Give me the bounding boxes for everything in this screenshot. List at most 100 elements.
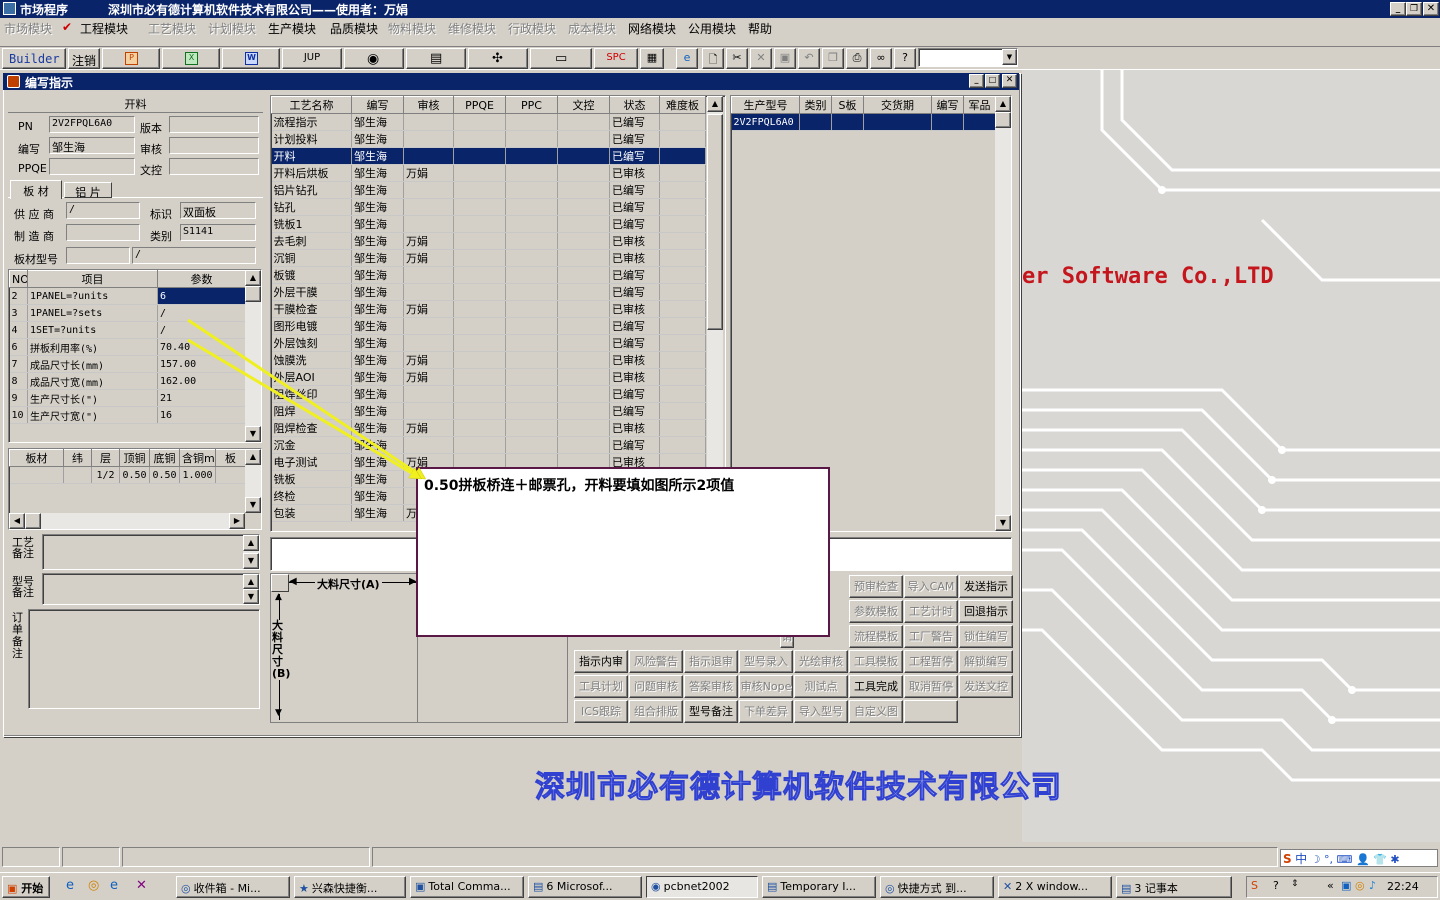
taskbar-item[interactable]: ▤ 6 Microsof... — [528, 876, 642, 898]
cut-button[interactable]: ✂ — [726, 48, 748, 69]
process-row[interactable]: 沉铜 邹生海 万娟 已审核 — [271, 249, 706, 267]
jup-button[interactable]: JUP — [282, 48, 342, 69]
menu-item-5[interactable]: 品质模块 — [330, 20, 378, 37]
command-button[interactable]: 风险警告 — [629, 650, 683, 673]
process-row[interactable]: 干膜检查 邹生海 万娟 已审核 — [271, 300, 706, 318]
menu-item-0[interactable]: 市场模块 — [4, 20, 52, 37]
scroll-up-icon[interactable]: ▲ — [243, 535, 259, 551]
command-button[interactable]: 工具计划 — [574, 675, 628, 698]
spc-button[interactable]: SPC — [594, 48, 638, 69]
help-button[interactable]: ? — [894, 48, 916, 69]
command-button[interactable]: 自定义图 — [849, 700, 903, 723]
tab-aluminum[interactable]: 铝 片 — [64, 182, 112, 199]
process-scrollbar[interactable]: ▲ — [707, 96, 723, 531]
version-field[interactable] — [169, 116, 259, 133]
child-minimize-button[interactable]: _ — [969, 74, 984, 88]
command-button[interactable]: 审核Nope — [739, 675, 793, 698]
params-row[interactable]: 4 1SET=?units / — [9, 321, 246, 339]
menu-item-4[interactable]: 生产模块 — [268, 20, 316, 37]
scroll-right-icon[interactable]: ▶ — [229, 513, 245, 529]
maker-field[interactable] — [66, 224, 140, 241]
undo-button[interactable]: ↶ — [798, 48, 820, 69]
scroll-thumb[interactable] — [245, 286, 261, 302]
command-button[interactable]: ICS跟踪 — [574, 700, 628, 723]
command-button[interactable]: 问题审核 — [629, 675, 683, 698]
builder-button[interactable]: Builder — [2, 48, 66, 69]
shirt-icon[interactable]: 👕 — [1373, 853, 1387, 866]
material-header[interactable]: 顶铜 — [119, 449, 150, 467]
type-field[interactable]: S1141 — [180, 224, 256, 241]
model-scrollbar[interactable]: ▲ ▼ — [995, 96, 1011, 531]
process-row[interactable]: 铝片钻孔 邹生海 已编写 — [271, 181, 706, 199]
process-header[interactable]: 难度板 — [659, 96, 706, 114]
network-button[interactable]: ✣ — [468, 48, 528, 69]
command-button[interactable]: 取消暂停 — [904, 675, 958, 698]
command-button[interactable]: 工程暂停 — [904, 650, 958, 673]
child-maximize-button[interactable]: □ — [985, 74, 1000, 88]
ppqe-field[interactable] — [49, 158, 135, 175]
command-button[interactable]: 工具完成 — [849, 675, 903, 698]
supplier-field[interactable]: / — [66, 202, 140, 219]
qq-tray-icon[interactable]: ◎ — [1355, 879, 1365, 892]
menu-item-10[interactable]: 网络模块 — [628, 20, 676, 37]
param-value[interactable]: 70.40 — [157, 338, 246, 356]
process-header[interactable]: 状态 — [609, 96, 660, 114]
menu-item-2[interactable]: 工艺模块 — [148, 20, 196, 37]
eye-button[interactable]: ◉ — [344, 48, 404, 69]
close-button[interactable]: ✕ — [1423, 2, 1439, 16]
scroll-down-icon[interactable]: ▼ — [243, 589, 259, 604]
process-row[interactable]: 蚀膜洗 邹生海 万娟 已审核 — [271, 351, 706, 369]
taskbar-item[interactable]: ▣ Total Comma... — [410, 876, 524, 898]
material-header[interactable]: 含铜mm — [179, 449, 216, 467]
mark-field[interactable]: 双面板 — [180, 202, 256, 219]
process-header[interactable]: PPQE — [453, 96, 506, 114]
param-value[interactable]: 21 — [157, 389, 246, 407]
process-row[interactable]: 阻焊检查 邹生海 万娟 已审核 — [271, 419, 706, 437]
command-button[interactable] — [904, 700, 958, 723]
material-header[interactable]: 层 — [91, 449, 120, 467]
taskbar-item[interactable]: ▤ Temporary I... — [762, 876, 876, 898]
help-tray-icon[interactable]: ? — [1273, 879, 1279, 892]
start-button[interactable]: ▣ 开始 — [2, 876, 50, 898]
model-header[interactable]: 交货期 — [863, 96, 932, 114]
hscroll-thumb[interactable] — [25, 513, 41, 529]
process-row[interactable]: 开料后烘板 邹生海 万娟 已审核 — [271, 164, 706, 182]
minimize-button[interactable]: _ — [1390, 2, 1406, 16]
params-row[interactable]: 3 1PANEL=?sets / — [9, 304, 246, 322]
params-row[interactable]: 2 1PANEL=?units 6 — [9, 287, 246, 305]
params-scrollbar[interactable]: ▲ ▼ — [245, 270, 261, 442]
command-button[interactable]: 参数模板 — [849, 600, 903, 623]
tray-expand-icon[interactable]: « — [1327, 879, 1334, 892]
process-row[interactable]: 开料 邹生海 已编写 — [271, 147, 706, 165]
database-button[interactable]: ▤ — [406, 48, 466, 69]
user-icon[interactable]: 👤 — [1356, 853, 1370, 866]
menu-item-3[interactable]: 计划模块 — [208, 20, 256, 37]
command-button[interactable]: 指示退审 — [684, 650, 738, 673]
scroll-left-icon[interactable]: ◀ — [9, 513, 25, 529]
tab-board[interactable]: 板 材 — [10, 180, 62, 199]
toolbar-combo[interactable]: ▼ — [918, 48, 1018, 67]
scroll-up-icon[interactable]: ▲ — [243, 574, 259, 589]
network-tray-icon[interactable]: ▣ — [1341, 879, 1351, 892]
params-row[interactable]: 9 生产尺寸长(") 21 — [9, 389, 246, 407]
params-header-no[interactable]: NO — [9, 270, 28, 288]
param-value[interactable]: 157.00 — [157, 355, 246, 373]
process-row[interactable]: 阻焊 邹生海 已编写 — [271, 402, 706, 420]
scroll-up-icon[interactable]: ▲ — [995, 96, 1011, 112]
command-button[interactable]: 光绘审核 — [794, 650, 848, 673]
param-value[interactable]: 162.00 — [157, 372, 246, 390]
process-row[interactable]: 钻孔 邹生海 已编写 — [271, 198, 706, 216]
taskbar-item[interactable]: ✕ 2 X window... — [998, 876, 1112, 898]
scroll-up-icon[interactable]: ▲ — [707, 96, 723, 112]
process-row[interactable]: 铣板1 邹生海 已编写 — [271, 215, 706, 233]
param-value[interactable]: / — [157, 304, 246, 322]
model-header[interactable]: 生产型号 — [731, 96, 800, 114]
logout-button[interactable]: 注销 — [68, 48, 100, 69]
params-row[interactable]: 8 成品尺寸宽(mm) 162.00 — [9, 372, 246, 390]
params-row[interactable]: 7 成品尺寸长(mm) 157.00 — [9, 355, 246, 373]
command-button[interactable]: 组合排版 — [629, 700, 683, 723]
command-button[interactable]: 导入型号 — [794, 700, 848, 723]
process-row[interactable]: 外层蚀刻 邹生海 已编写 — [271, 334, 706, 352]
command-button[interactable]: 导入CAM — [904, 575, 958, 598]
tray-arrows-icon[interactable]: ⇕ — [1291, 879, 1299, 889]
